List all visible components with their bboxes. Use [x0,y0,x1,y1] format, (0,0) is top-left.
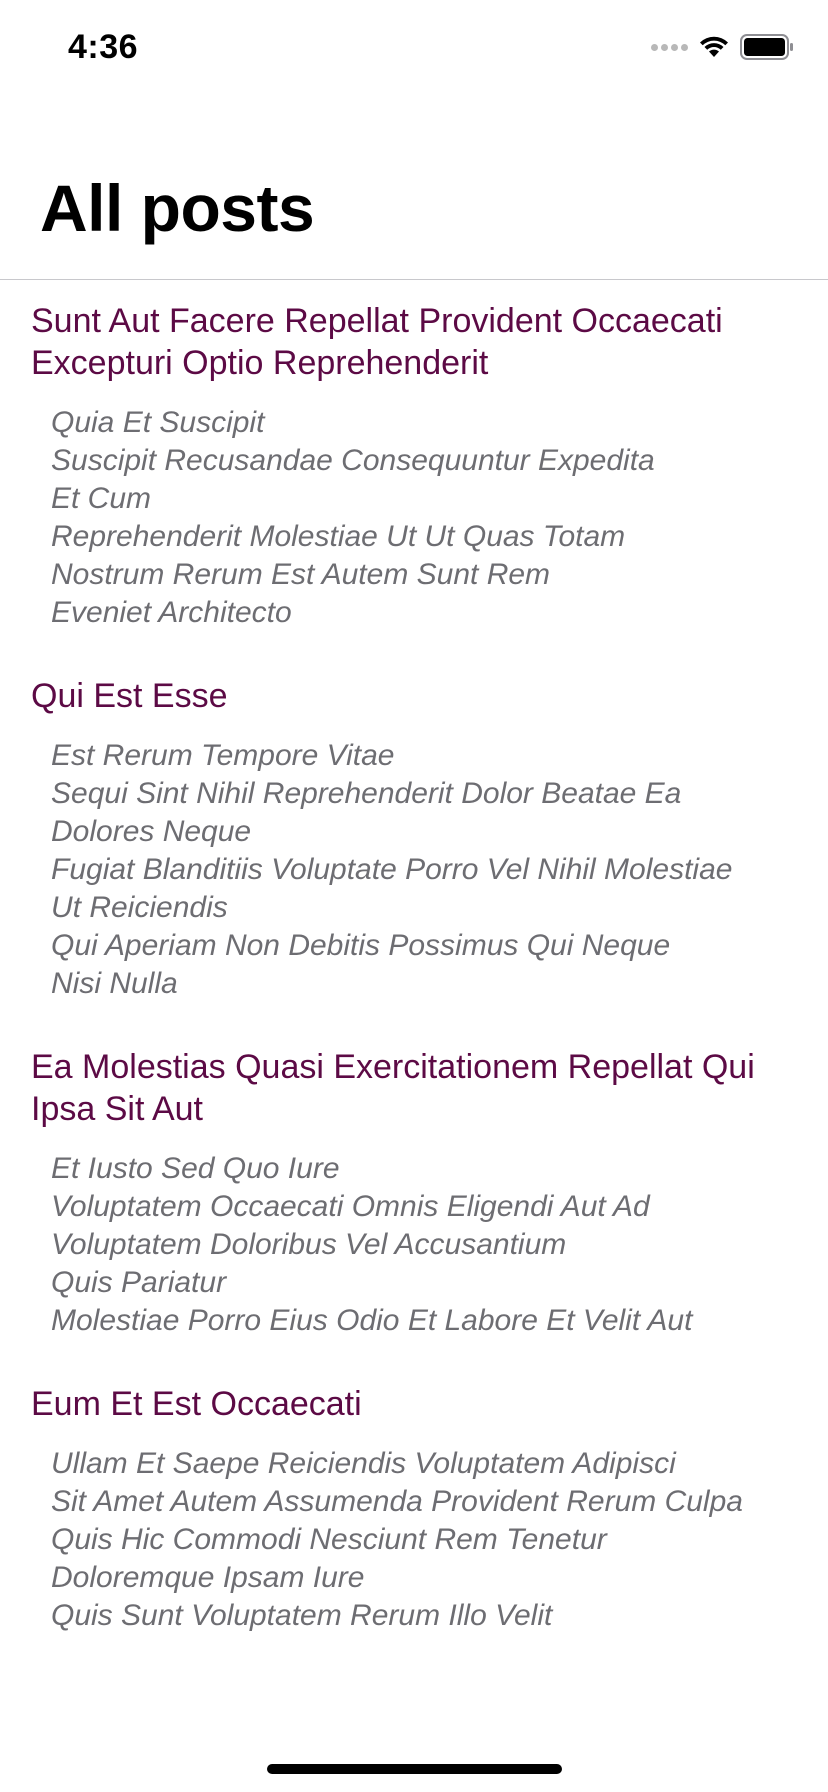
post-body-line: Voluptatem Doloribus Vel Accusantium [51,1228,567,1261]
post-body-line: Quis Sunt Voluptatem Rerum Illo Velit [51,1599,553,1632]
status-bar: 4:36 [0,0,828,100]
wifi-icon [700,36,728,57]
post-title: Qui Est Esse [31,677,228,715]
post-body-line: Voluptatem Occaecati Omnis Eligendi Aut … [51,1190,650,1223]
signal-icon [651,43,688,51]
post-body-line: Nostrum Rerum Est Autem Sunt Rem [51,558,551,591]
post-body-line: Quis Hic Commodi Nesciunt Rem Tenetur [51,1523,607,1556]
post-body-line: Sit Amet Autem Assumenda Provident Rerum… [51,1485,743,1518]
post-title: Ea Molestias Quasi Exercitationem Repell… [31,1048,755,1128]
post-title: Eum Et Est Occaecati [31,1385,362,1423]
post-item[interactable]: Qui Est Esse Est Rerum Tempore Vitae Seq… [31,675,808,1003]
post-body-line: Sequi Sint Nihil Reprehenderit Dolor Bea… [51,777,682,810]
post-body-line: Ullam Et Saepe Reiciendis Voluptatem Adi… [51,1447,676,1480]
home-indicator[interactable] [267,1764,562,1774]
navigation-header: All posts [40,170,315,246]
page-title: All posts [40,171,315,245]
post-item[interactable]: Sunt Aut Facere Repellat Provident Occae… [31,300,808,632]
post-body-line: Dolores Neque [51,815,252,848]
status-time: 4:36 [68,28,139,66]
post-body: Quia Et Suscipit Suscipit Recusandae Con… [31,404,808,632]
post-body-line: Molestiae Porro Eius Odio Et Labore Et V… [51,1304,693,1337]
post-body-line: Quis Pariatur [51,1266,227,1299]
post-body-line: Et Cum [51,482,152,515]
post-item[interactable]: Eum Et Est Occaecati Ullam Et Saepe Reic… [31,1383,808,1635]
post-body: Est Rerum Tempore Vitae Sequi Sint Nihil… [31,737,808,1003]
header-divider [0,279,828,280]
post-body-line: Eveniet Architecto [51,596,292,629]
post-body-line: Nisi Nulla [51,967,178,1000]
post-body-line: Doloremque Ipsam Iure [51,1561,365,1594]
post-body-line: Ut Reiciendis [51,891,228,924]
status-icons [651,34,794,60]
post-body: Ullam Et Saepe Reiciendis Voluptatem Adi… [31,1445,808,1635]
post-body-line: Et Iusto Sed Quo Iure [51,1152,340,1185]
post-list[interactable]: Sunt Aut Facere Repellat Provident Occae… [31,300,808,1678]
post-body-line: Reprehenderit Molestiae Ut Ut Quas Totam [51,520,626,553]
post-item[interactable]: Ea Molestias Quasi Exercitationem Repell… [31,1046,808,1340]
post-title: Sunt Aut Facere Repellat Provident Occae… [31,302,723,382]
battery-icon [740,34,793,60]
post-body: Et Iusto Sed Quo Iure Voluptatem Occaeca… [31,1150,808,1340]
post-body-line: Quia Et Suscipit [51,406,265,439]
post-body-line: Est Rerum Tempore Vitae [51,739,395,772]
post-body-line: Suscipit Recusandae Consequuntur Expedit… [51,444,655,477]
post-body-line: Fugiat Blanditiis Voluptate Porro Vel Ni… [51,853,733,886]
post-body-line: Qui Aperiam Non Debitis Possimus Qui Neq… [51,929,671,962]
